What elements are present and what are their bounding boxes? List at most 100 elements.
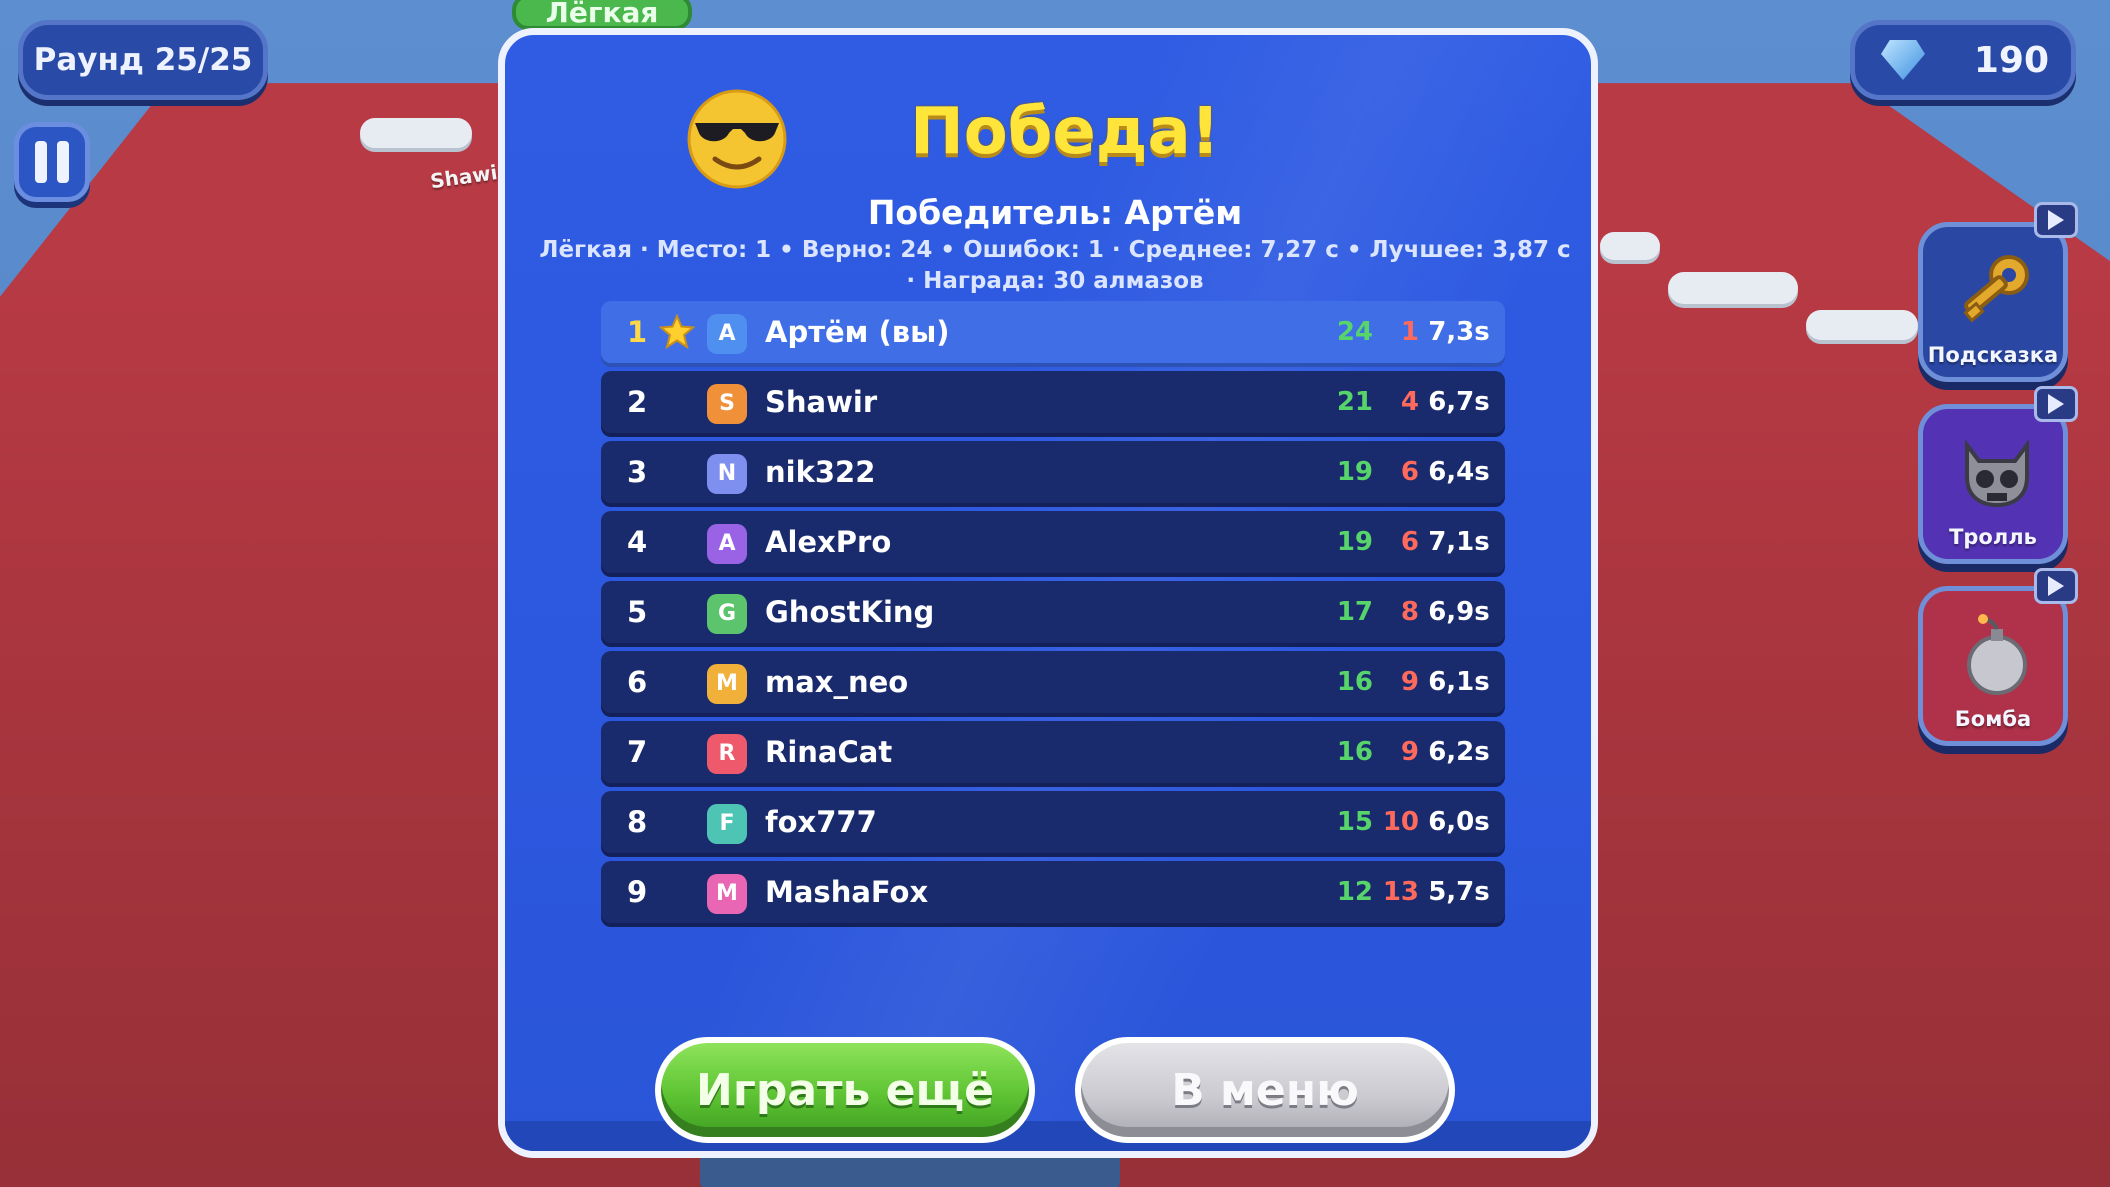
match-stats: Лёгкая · Место: 1 • Верно: 24 • Ошибок: … [535,235,1575,297]
leaderboard-row: 9 M MashaFox 12 13 5,7s [601,861,1505,923]
rank: 1 [627,315,648,349]
leaderboard-row: 5 G GhostKing 17 8 6,9s [601,581,1505,643]
troll-skull-icon [1965,439,2029,508]
wrong-count: 9 [1400,667,1419,697]
victory-modal: Победа! Победитель: Артём Лёгкая · Место… [498,28,1598,1158]
player-name: RinaCat [765,735,893,769]
wrong-count: 13 [1382,877,1419,907]
menu-button[interactable]: В меню [1075,1037,1455,1143]
wrong-count: 8 [1400,597,1419,627]
correct-count: 24 [1336,317,1373,347]
avatar: A [707,524,747,564]
play-icon [2048,576,2064,596]
pause-icon [57,141,69,183]
victory-title: Победа! [910,95,1220,169]
hint-powerup-button[interactable]: Подсказка [1918,222,2068,382]
correct-count: 15 [1336,807,1373,837]
troll-powerup-button[interactable]: Тролль [1918,404,2068,564]
player-name: Артём (вы) [765,315,950,349]
reward-line: · Награда: 30 алмазов [906,268,1204,294]
rank: 2 [627,385,648,419]
correct-count: 17 [1336,597,1373,627]
gem-counter: 190 [1850,20,2076,100]
play-icon [2048,394,2064,414]
player-name: fox777 [765,805,877,839]
correct-count: 16 [1336,667,1373,697]
difficulty-tag: Лёгкая [512,0,692,30]
wrong-count: 1 [1400,317,1419,347]
rank: 9 [627,875,648,909]
cloud [1806,310,1918,340]
rank: 4 [627,525,648,559]
player-name: AlexPro [765,525,892,559]
bomb-icon [1967,614,2027,695]
match-stats-line: Лёгкая · Место: 1 • Верно: 24 • Ошибок: … [539,237,1571,263]
avg-time: 7,3s [1428,317,1490,347]
leaderboard-row: 6 M max_neo 16 9 6,1s [601,651,1505,713]
star-icon [659,314,695,350]
cloud [1668,272,1798,304]
avatar: R [707,734,747,774]
winner-text: Победитель: Артём [867,193,1243,232]
leaderboard-row: 4 A AlexPro 19 6 7,1s [601,511,1505,573]
wrong-count: 9 [1400,737,1419,767]
leaderboard-row: 3 N nik322 19 6 6,4s [601,441,1505,503]
play-again-button[interactable]: Играть ещё [655,1037,1035,1143]
gem-count: 190 [1973,39,2049,81]
player-name: max_neo [765,665,909,699]
avatar: S [707,384,747,424]
rank: 6 [627,665,648,699]
player-name: GhostKing [765,595,935,629]
powerup-label: Тролль [1949,525,2037,549]
avatar: F [707,804,747,844]
round-counter: Раунд 25/25 [18,20,268,100]
avg-time: 6,1s [1428,667,1490,697]
player-name: Shawir [765,385,878,419]
correct-count: 19 [1336,527,1373,557]
avg-time: 7,1s [1428,527,1490,557]
play-icon [2048,210,2064,230]
avatar: M [707,664,747,704]
avatar: G [707,594,747,634]
powerup-label: Подсказка [1927,343,2059,367]
avg-time: 6,9s [1428,597,1490,627]
player-name: nik322 [765,455,876,489]
watch-ad-badge[interactable] [2034,386,2078,422]
correct-count: 19 [1336,457,1373,487]
wrong-count: 4 [1400,387,1419,417]
avg-time: 6,7s [1428,387,1490,417]
rank: 3 [627,455,648,489]
avatar: N [707,454,747,494]
avg-time: 6,0s [1428,807,1490,837]
avatar: A [707,314,747,354]
leaderboard-row: 8 F fox777 15 10 6,0s [601,791,1505,853]
wrong-count: 6 [1400,457,1419,487]
avg-time: 6,4s [1428,457,1490,487]
avatar: M [707,874,747,914]
pause-button[interactable] [14,122,90,202]
cloud [360,118,472,148]
cloud [1600,232,1660,260]
leaderboard-row: 1 A Артём (вы) 24 1 7,3s [601,301,1505,363]
diamond-icon [1881,40,1925,80]
leaderboard: 1 A Артём (вы) 24 1 7,3s 2 S Shawir 21 4… [601,301,1505,931]
bomb-powerup-button[interactable]: Бомба [1918,586,2068,746]
rank: 5 [627,595,648,629]
correct-count: 12 [1336,877,1373,907]
key-icon [1963,255,2029,323]
leaderboard-row: 2 S Shawir 21 4 6,7s [601,371,1505,433]
avg-time: 6,2s [1428,737,1490,767]
wrong-count: 10 [1382,807,1419,837]
player-name: MashaFox [765,875,929,909]
avg-time: 5,7s [1428,877,1490,907]
wrong-count: 6 [1400,527,1419,557]
watch-ad-badge[interactable] [2034,202,2078,238]
rank: 7 [627,735,648,769]
leaderboard-row: 7 R RinaCat 16 9 6,2s [601,721,1505,783]
rank: 8 [627,805,648,839]
correct-count: 21 [1336,387,1373,417]
powerup-label: Бомба [1954,707,2032,731]
pause-icon [35,141,47,183]
watch-ad-badge[interactable] [2034,568,2078,604]
correct-count: 16 [1336,737,1373,767]
